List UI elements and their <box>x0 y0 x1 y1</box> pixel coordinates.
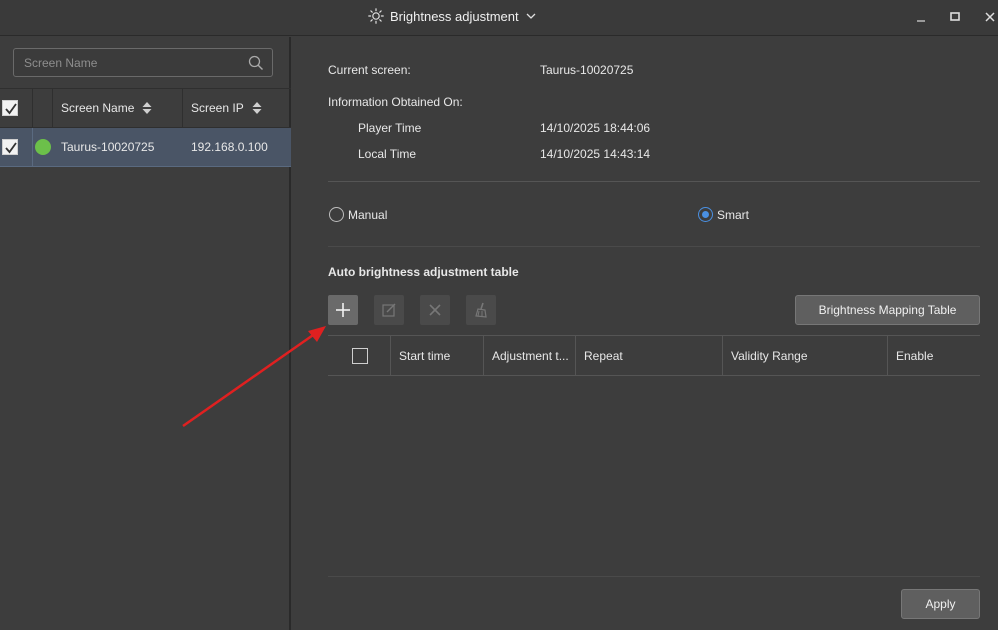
edit-icon <box>382 303 396 317</box>
minimize-button[interactable] <box>910 6 932 28</box>
close-icon <box>429 304 441 316</box>
manual-label[interactable]: Manual <box>348 208 387 222</box>
delete-button[interactable] <box>420 295 450 325</box>
add-button[interactable] <box>328 295 358 325</box>
brightness-mapping-table-button[interactable]: Brightness Mapping Table <box>795 295 980 325</box>
divider <box>328 576 980 577</box>
search-icon[interactable] <box>248 55 264 74</box>
local-time-label: Local Time <box>358 147 417 161</box>
search-box <box>13 48 273 77</box>
current-screen-value: Taurus-10020725 <box>540 63 634 77</box>
edit-button[interactable] <box>374 295 404 325</box>
column-header-enable[interactable]: Enable <box>888 336 980 375</box>
close-icon <box>985 12 995 22</box>
plus-icon <box>336 303 350 317</box>
sun-icon <box>368 8 384 24</box>
screen-list-header: Screen Name Screen IP <box>0 88 291 128</box>
divider <box>328 181 980 182</box>
auto-table-header: Start time Adjustment t... Repeat Validi… <box>328 335 980 376</box>
column-header-screen-ip[interactable]: Screen IP <box>191 89 262 127</box>
broom-icon <box>475 302 487 318</box>
column-header-screen-name[interactable]: Screen Name <box>61 89 152 127</box>
table-row[interactable]: Taurus-10020725 192.168.0.100 <box>0 128 291 167</box>
screen-name-cell: Taurus-10020725 <box>61 140 155 154</box>
brightness-settings-panel: Current screen: Taurus-10020725 Informat… <box>293 37 998 630</box>
auto-table-title: Auto brightness adjustment table <box>328 265 519 279</box>
screen-list-panel: Screen Name Screen IP Taurus-10020725 19… <box>0 37 291 630</box>
current-screen-label: Current screen: <box>328 63 411 77</box>
search-input[interactable] <box>14 49 234 76</box>
select-all-checkbox[interactable] <box>2 89 18 127</box>
status-online-icon <box>35 128 51 166</box>
apply-button[interactable]: Apply <box>901 589 980 619</box>
smart-label[interactable]: Smart <box>717 208 749 222</box>
minimize-icon <box>917 20 925 22</box>
close-button[interactable] <box>979 6 998 28</box>
maximize-icon <box>950 12 960 21</box>
sort-icon <box>142 102 152 114</box>
local-time-value: 14/10/2025 14:43:14 <box>540 147 651 161</box>
maximize-button[interactable] <box>944 6 966 28</box>
check-icon <box>5 103 17 115</box>
window-title: Brightness adjustment <box>390 8 519 24</box>
player-time-value: 14/10/2025 18:44:06 <box>540 121 651 135</box>
chevron-down-icon <box>525 10 537 22</box>
column-header-adjustment-type[interactable]: Adjustment t... <box>484 336 575 375</box>
sort-icon <box>252 102 262 114</box>
title-bar: Brightness adjustment <box>0 0 998 36</box>
row-checkbox[interactable] <box>2 128 18 166</box>
manual-radio[interactable] <box>329 207 344 222</box>
info-obtained-label: Information Obtained On: <box>328 95 463 109</box>
clear-button[interactable] <box>466 295 496 325</box>
column-header-repeat[interactable]: Repeat <box>576 336 722 375</box>
player-time-label: Player Time <box>358 121 422 135</box>
column-header-start-time[interactable]: Start time <box>391 336 483 375</box>
table-select-all-checkbox[interactable] <box>352 336 368 375</box>
column-header-validity-range[interactable]: Validity Range <box>723 336 887 375</box>
check-icon <box>5 142 17 154</box>
divider <box>328 246 980 247</box>
title-dropdown[interactable]: Brightness adjustment <box>368 0 537 32</box>
auto-table-body <box>328 376 980 576</box>
smart-radio[interactable] <box>698 207 713 222</box>
screen-ip-cell: 192.168.0.100 <box>191 140 268 154</box>
